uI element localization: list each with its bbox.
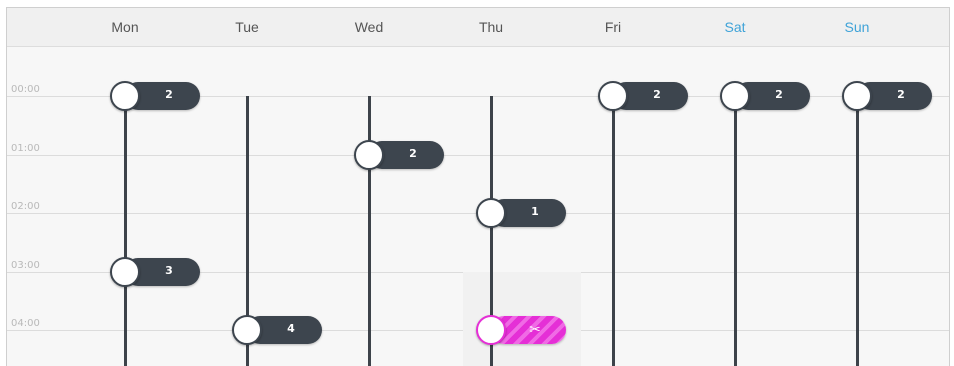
hour-label: 04:00 [11,318,40,329]
event-count: 3 [165,263,173,277]
schedule-calendar: Mon Tue Wed Thu Fri Sat Sun 00:00 01:00 02:00 03:… [6,7,950,366]
day-label-tue: Tue [235,19,259,35]
drag-handle-knob[interactable] [842,81,872,111]
timeline-stem-sun [855,96,859,366]
day-label-mon: Mon [111,19,139,35]
timeline-stem-mon [123,96,127,366]
day-label-thu: Thu [478,19,504,35]
timeline-stem-fri [611,96,615,366]
schedule-event-tue[interactable]: 4 [232,315,322,345]
drag-handle-knob[interactable] [110,256,140,287]
hour-label: 00:00 [11,84,40,95]
drag-handle-knob[interactable] [354,139,384,170]
drag-handle-knob[interactable] [598,81,628,111]
event-count: 2 [775,88,783,101]
day-label-fri: Fri [604,19,622,35]
schedule-event-wed[interactable]: 2 [354,139,444,170]
day-header: Mon Tue Wed Thu Fri Sat Sun [7,8,949,47]
schedule-event-mon[interactable]: 3 [110,256,200,287]
hour-label: 01:00 [11,142,40,154]
hour-label: 02:00 [11,201,40,212]
timeline-stem-sat [733,96,737,366]
schedule-event-fri[interactable]: 2 [598,81,688,111]
schedule-event-sat[interactable]: 2 [720,81,810,111]
schedule-event-sun[interactable]: 2 [842,81,932,111]
event-count: 1 [531,205,539,218]
drag-handle-knob[interactable] [476,198,506,228]
schedule-event-thu[interactable]: 1 [476,198,566,228]
drag-handle-knob[interactable] [476,315,506,345]
timeline-stem-wed [367,96,371,366]
event-count: 2 [165,88,173,101]
day-label-sun: Sun [844,19,870,35]
event-count: 2 [409,146,417,160]
event-count: 4 [287,322,295,335]
schedule-event-thu-selected[interactable]: ✂ [476,315,566,345]
event-count: 2 [653,88,661,101]
drag-handle-knob[interactable] [232,315,262,345]
drag-handle-knob[interactable] [110,81,140,111]
hour-label: 03:00 [11,259,40,271]
day-label-wed: Wed [354,19,384,35]
day-label-sat: Sat [724,19,746,35]
scissors-icon: ✂ [529,322,541,338]
schedule-event-mon[interactable]: 2 [110,81,200,111]
hour-gridline [7,154,949,156]
drag-handle-knob[interactable] [720,81,750,111]
event-count: 2 [897,88,905,101]
